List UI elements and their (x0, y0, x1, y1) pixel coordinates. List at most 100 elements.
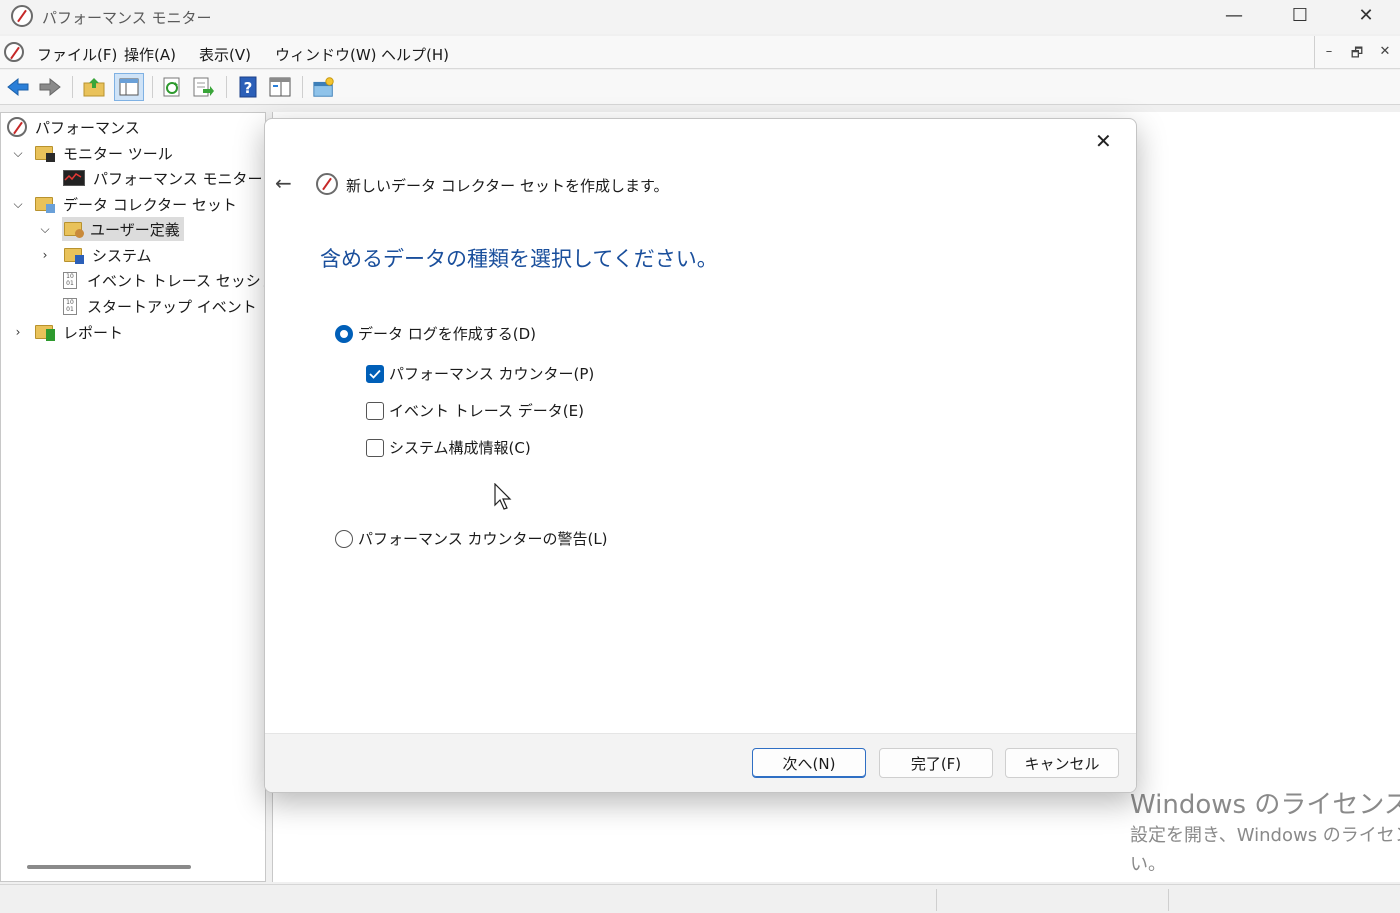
tree-label: モニター ツール (63, 144, 173, 163)
new-data-collector-set-dialog: ✕ ← 新しいデータ コレクター セットを作成します。 含めるデータの種類を選択… (264, 118, 1137, 793)
menu-help[interactable]: ヘルプ(H) (381, 44, 449, 65)
user-folder-icon (64, 222, 84, 238)
tree-item-system[interactable]: › システム (38, 243, 152, 267)
checkbox-event-trace-data[interactable]: イベント トレース データ(E) (366, 400, 584, 421)
status-divider (1168, 889, 1169, 911)
menu-window[interactable]: ウィンドウ(W) (275, 44, 377, 65)
checkbox-checked[interactable] (366, 364, 384, 383)
toolbar: ? (0, 70, 1400, 105)
radio-label: データ ログを作成する(D) (358, 325, 537, 343)
tree-label: レポート (63, 323, 124, 342)
chevron-down-icon[interactable]: ⌵ (11, 146, 25, 161)
checkbox-unchecked[interactable] (366, 438, 384, 457)
menu-view[interactable]: 表示(V) (199, 44, 251, 65)
toolbar-separator (152, 76, 153, 98)
tree-item-reports[interactable]: › レポート (11, 320, 123, 344)
tree-label: パフォーマンス (35, 118, 140, 137)
up-folder-icon[interactable] (82, 75, 106, 99)
monitor-tools-folder-icon (35, 146, 55, 162)
tree-item-performance[interactable]: パフォーマンス (7, 115, 140, 139)
status-bar (0, 884, 1400, 913)
selected-node: ユーザー定義 (62, 217, 184, 241)
window-title: パフォーマンス モニター (42, 9, 212, 27)
menu-action[interactable]: 操作(A) (124, 44, 176, 65)
tree-label: データ コレクター セット (63, 195, 237, 214)
menu-bar: ファイル(F) 操作(A) 表示(V) ウィンドウ(W) ヘルプ(H) – 🗗 … (0, 36, 1400, 69)
menu-file[interactable]: ファイル(F) (37, 44, 117, 65)
toolbar-separator (302, 76, 303, 98)
chevron-right-icon[interactable]: › (38, 248, 52, 262)
navigation-tree: パフォーマンス ⌵ モニター ツール パフォーマンス モニター ⌵ データ コレ… (0, 112, 291, 882)
data-collector-folder-icon (35, 197, 55, 213)
mdi-minimize-button[interactable]: – (1316, 44, 1342, 62)
tree-label: イベント トレース セッション (87, 271, 291, 290)
radio-performance-counter-alert[interactable]: パフォーマンス カウンターの警告(L) (335, 528, 608, 549)
forward-arrow-icon[interactable] (38, 75, 62, 99)
radio-unselected-indicator[interactable] (335, 529, 353, 548)
chevron-down-icon[interactable]: ⌵ (38, 222, 52, 237)
performance-monitor-icon (316, 173, 338, 195)
next-button[interactable]: 次へ(N) (752, 748, 866, 778)
tree-item-startup-event-trace[interactable]: 1001 スタートアップ イベント トレース (63, 294, 267, 318)
tree-label: システム (92, 246, 152, 265)
checkbox-system-config-info[interactable]: システム構成情報(C) (366, 437, 531, 458)
dialog-footer: 次へ(N) 完了(F) キャンセル (265, 733, 1136, 792)
properties-icon[interactable] (268, 75, 292, 99)
tree-item-event-trace-sessions[interactable]: 10 01 イベント トレース セッション (63, 268, 291, 292)
wizard-title: 新しいデータ コレクター セットを作成します。 (346, 177, 669, 195)
tree-label: パフォーマンス モニター (93, 169, 263, 188)
tree-item-performance-monitor[interactable]: パフォーマンス モニター (63, 166, 262, 190)
trace-document-icon: 10 01 (63, 297, 77, 315)
mouse-cursor-icon (494, 482, 512, 515)
wizard-heading: 含めるデータの種類を選択してください。 (320, 247, 718, 271)
chevron-right-icon[interactable]: › (11, 325, 25, 339)
tree-item-user-defined[interactable]: ⌵ ユーザー定義 (38, 217, 184, 241)
trace-document-icon: 10 01 (63, 271, 77, 289)
tree-label: ユーザー定義 (90, 220, 180, 239)
export-list-icon[interactable] (192, 75, 216, 99)
mdi-close-button[interactable]: ✕ (1372, 44, 1398, 62)
radio-create-data-log[interactable]: データ ログを作成する(D) (335, 323, 536, 344)
chart-icon (63, 170, 85, 186)
menu-divider (1314, 36, 1315, 68)
radio-label: パフォーマンス カウンターの警告(L) (358, 530, 608, 548)
maximize-button[interactable]: ☐ (1267, 0, 1333, 30)
toolbar-separator (226, 76, 227, 98)
performance-icon (7, 117, 27, 137)
minimize-button[interactable]: — (1201, 0, 1267, 30)
close-button[interactable]: ✕ (1333, 0, 1399, 30)
new-window-icon[interactable] (312, 75, 336, 99)
title-bar: パフォーマンス モニター — ☐ ✕ (0, 0, 1400, 34)
checkbox-label: パフォーマンス カウンター(P) (389, 365, 595, 383)
back-arrow-icon[interactable] (6, 75, 30, 99)
checkbox-performance-counter[interactable]: パフォーマンス カウンター(P) (366, 363, 594, 384)
tree-label: スタートアップ イベント トレース (87, 297, 267, 316)
tree-item-monitor-tools[interactable]: ⌵ モニター ツール (11, 141, 173, 165)
document-icon[interactable] (4, 42, 24, 62)
checkbox-label: イベント トレース データ(E) (389, 402, 584, 420)
activation-watermark-title: Windows のライセンス認 (1130, 790, 1400, 820)
toolbar-separator (72, 76, 73, 98)
cancel-button[interactable]: キャンセル (1005, 748, 1119, 778)
performance-monitor-app-icon (11, 5, 33, 27)
mdi-restore-button[interactable]: 🗗 (1344, 44, 1370, 62)
status-divider (936, 889, 937, 911)
reports-folder-icon (35, 325, 55, 341)
activation-watermark-text: 設定を開き、Windows のライセン (1130, 825, 1400, 846)
checkbox-label: システム構成情報(C) (389, 439, 531, 457)
show-hide-tree-icon[interactable] (114, 73, 144, 101)
wizard-back-button[interactable]: ← (275, 171, 292, 195)
radio-selected-indicator[interactable] (335, 324, 353, 343)
system-folder-icon (64, 248, 84, 264)
tree-item-data-collector-sets[interactable]: ⌵ データ コレクター セット (11, 192, 237, 216)
finish-button[interactable]: 完了(F) (879, 748, 993, 778)
activation-watermark-text-2: い。 (1130, 854, 1166, 875)
horizontal-scrollbar[interactable] (27, 865, 191, 869)
refresh-icon[interactable] (160, 75, 184, 99)
help-icon[interactable]: ? (236, 75, 260, 99)
svg-text:?: ? (244, 79, 253, 97)
dialog-close-button[interactable]: ✕ (1095, 129, 1112, 153)
checkbox-unchecked[interactable] (366, 401, 384, 420)
chevron-down-icon[interactable]: ⌵ (11, 197, 25, 212)
checkmark-icon (369, 369, 381, 379)
